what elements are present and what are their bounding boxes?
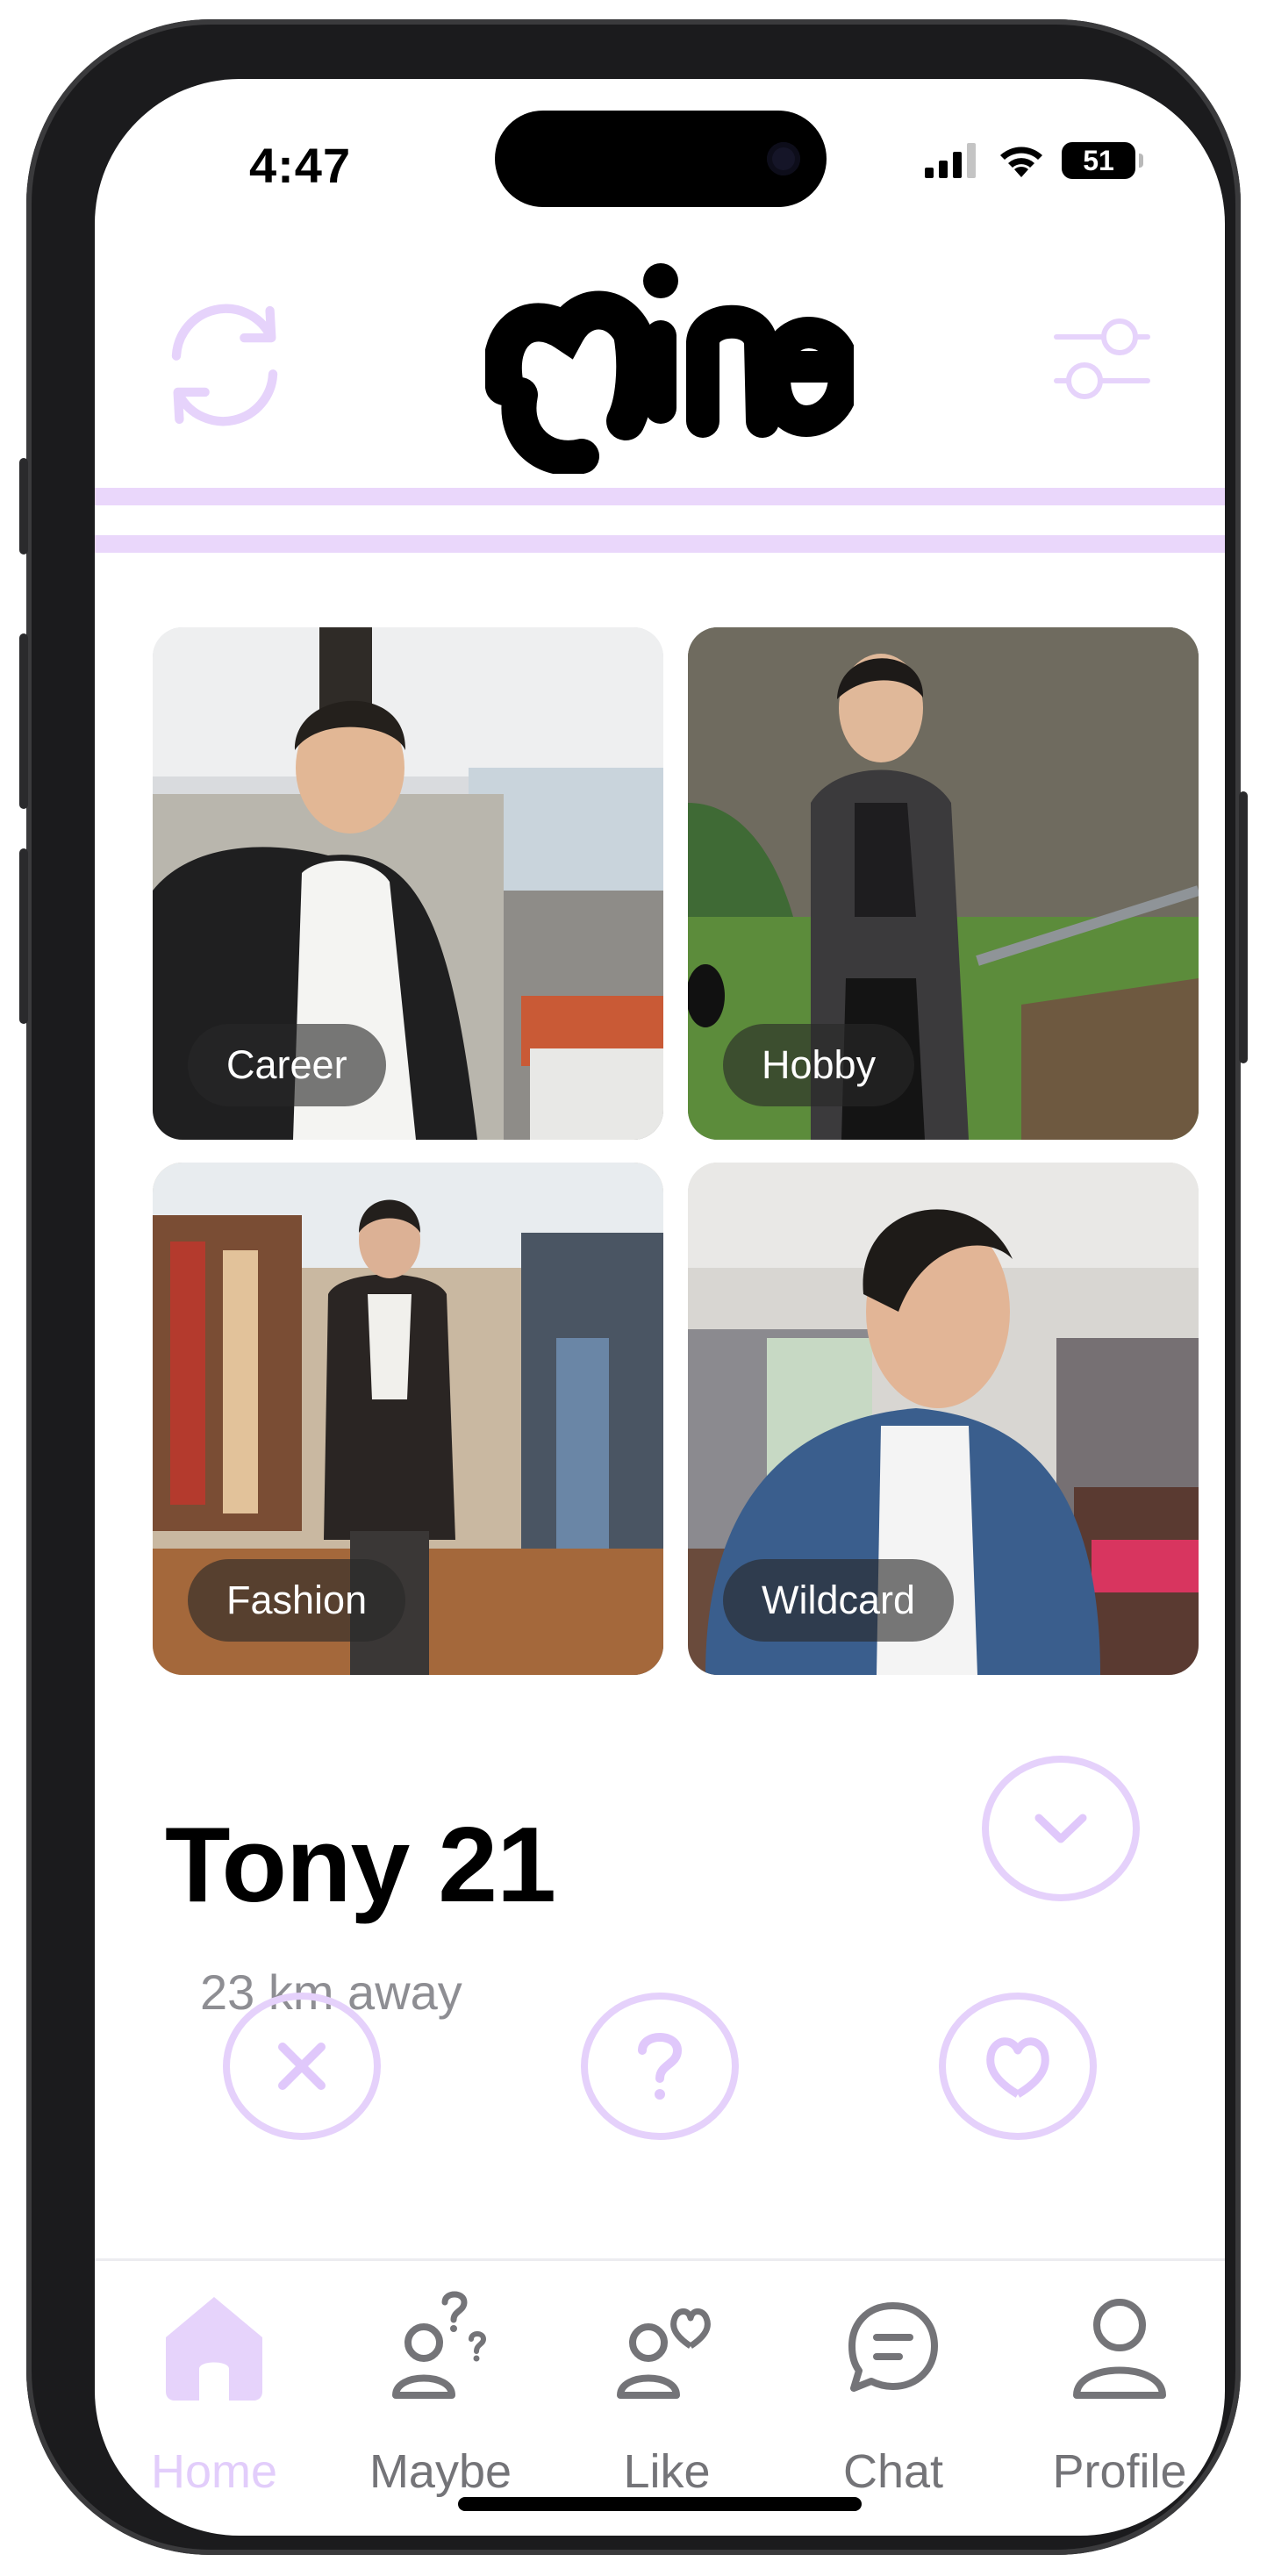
photo-tag: Fashion [188,1559,406,1642]
photo-tag: Hobby [723,1024,915,1106]
photo-card-career[interactable]: Career [153,627,663,1140]
status-time: 4:47 [249,138,352,193]
tab-like-label: Like [623,2445,711,2498]
photo-tag: Career [188,1024,386,1106]
profile-name-age: Tony 21 [165,1805,556,1924]
tab-bar-divider [95,2258,1225,2261]
home-icon [166,2297,262,2401]
tab-profile[interactable]: Profile [1014,2272,1225,2509]
chat-icon [848,2302,938,2392]
volume-up-button [19,633,28,809]
photo-card-fashion[interactable]: Fashion [153,1163,663,1675]
header-stripe-bottom [95,535,1225,553]
tab-maybe-label: Maybe [369,2445,512,2498]
photo-card-wildcard[interactable]: Wildcard [688,1163,1199,1675]
like-button[interactable] [939,1993,1097,2140]
question-icon [638,2033,683,2100]
app-screen: 4:47 51 Career Hobby Fashion Wildcard To… [95,79,1225,2536]
profile-icon [1073,2299,1166,2399]
tab-home[interactable]: Home [109,2272,319,2509]
maybe-button[interactable] [581,1993,739,2140]
tab-chat[interactable]: Chat [788,2272,999,2509]
camera-icon [767,142,800,175]
mine-logo [485,263,854,474]
volume-down-button [19,848,28,1024]
tab-maybe[interactable]: Maybe [335,2272,546,2509]
maybe-person-icon [392,2291,487,2399]
photo-tag: Wildcard [723,1559,955,1642]
action-button [19,458,28,555]
phone-frame: 4:47 51 Career Hobby Fashion Wildcard To… [19,19,1248,2555]
wifi-icon [1000,147,1042,177]
expand-profile-button[interactable] [982,1756,1140,1901]
battery-indicator: 51 [1062,142,1143,179]
header-stripe-top [95,488,1225,505]
home-indicator [458,2497,862,2511]
cellular-signal-icon [925,143,976,178]
tab-chat-label: Chat [842,2445,944,2498]
refresh-icon[interactable] [149,290,300,440]
tab-like[interactable]: Like [562,2272,772,2509]
chevron-down-icon [1034,1814,1087,1843]
like-person-icon [617,2308,711,2399]
pass-button[interactable] [223,1993,381,2140]
close-icon [278,2043,326,2090]
tab-home-label: Home [150,2445,278,2498]
heart-icon [986,2037,1049,2098]
power-button [1239,791,1248,1063]
tab-profile-label: Profile [1052,2445,1187,2498]
sliders-icon[interactable] [1051,309,1156,411]
photo-card-hobby[interactable]: Hobby [688,627,1199,1140]
status-icons: 51 [925,142,1143,179]
dynamic-island [495,111,827,207]
